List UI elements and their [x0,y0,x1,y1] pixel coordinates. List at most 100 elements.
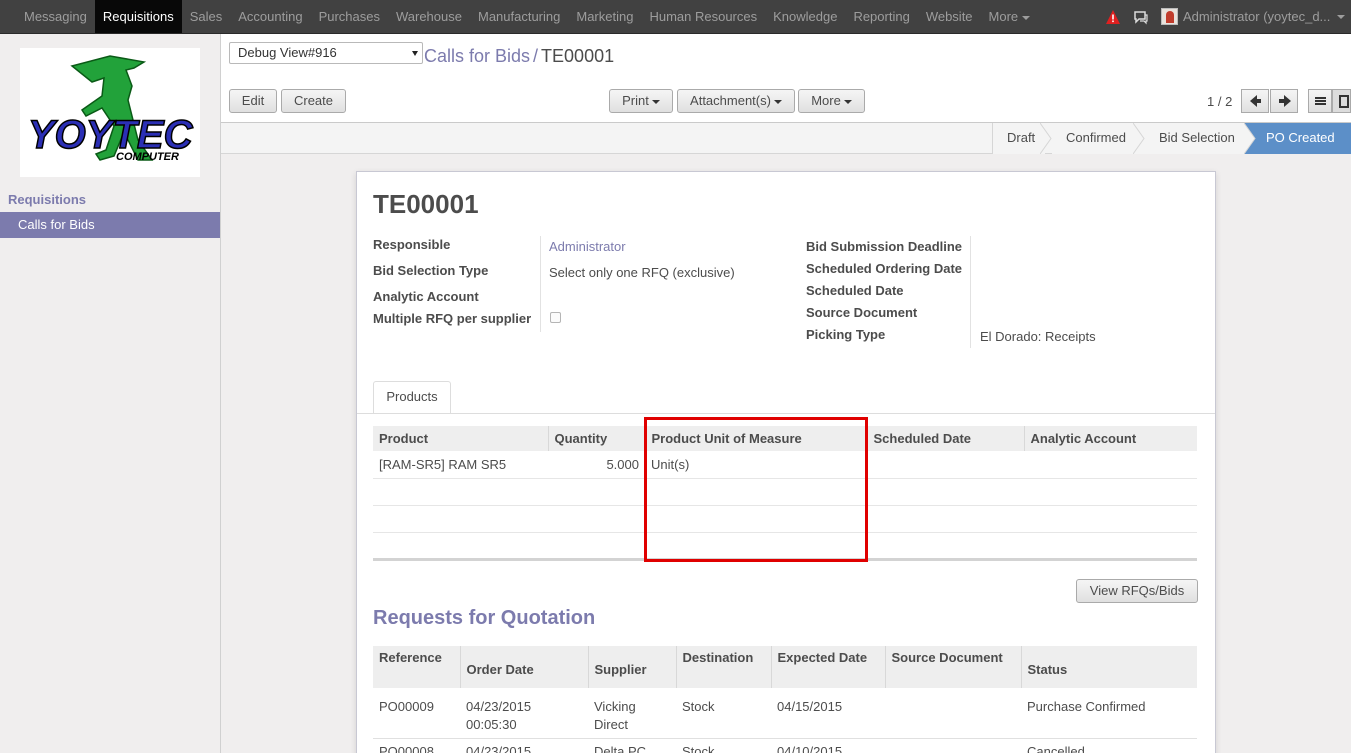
stage-confirmed[interactable]: Confirmed [1052,123,1145,154]
col-source-document[interactable]: Source Document [884,646,1021,688]
cell-reference: PO00009 [373,688,460,739]
col-product[interactable]: Product [373,426,548,451]
menu-website[interactable]: Website [918,0,981,33]
arrow-left-icon [1250,95,1261,107]
col-analytic-account[interactable]: Analytic Account [1023,426,1197,451]
source-document-label: Source Document [806,305,918,320]
col-destination[interactable]: Destination [675,646,771,688]
record-title: TE00001 [373,189,479,219]
create-button[interactable]: Create [281,89,346,113]
bid-selection-type-label: Bid Selection Type [373,263,489,278]
table-row[interactable]: PO00008 04/23/2015 Delta PC Stock 04/10/… [373,738,1197,753]
form-view-button[interactable] [1332,89,1351,113]
cell-analytic-account [1024,451,1197,479]
debug-view-select[interactable]: Debug View#916 [229,42,423,64]
table-row[interactable]: PO00009 04/23/2015 00:05:30 Vicking Dire… [373,688,1197,739]
responsible-value[interactable]: Administrator [549,239,626,254]
chevron-down-icon [651,99,660,104]
sidebar-item-calls-for-bids[interactable]: Calls for Bids [0,212,220,238]
col-reference[interactable]: Reference [373,646,460,688]
cell-expected-date: 04/10/2015 [771,738,885,753]
menu-messaging[interactable]: Messaging [16,0,95,33]
menu-sales[interactable]: Sales [182,0,231,33]
tab-divider [357,413,1215,414]
col-scheduled-date[interactable]: Scheduled Date [866,426,1024,451]
status-bar: Draft Confirmed Bid Selection PO Created [221,123,1351,154]
menu-reporting[interactable]: Reporting [845,0,917,33]
stage-arrow-icon [1244,123,1256,154]
edit-button[interactable]: Edit [229,89,277,113]
attachments-button[interactable]: Attachment(s) [677,89,795,113]
pager-value: 1 / 2 [1207,94,1233,109]
list-view-button[interactable] [1308,89,1332,113]
menu-accounting[interactable]: Accounting [230,0,310,33]
col-supplier[interactable]: Supplier [587,646,676,688]
form-icon [1339,95,1349,108]
cell-supplier: Delta PC [588,738,676,753]
cell-supplier: Vicking Direct [588,688,676,739]
picking-type-label: Picking Type [806,327,886,342]
cell-status: Purchase Confirmed [1021,688,1197,739]
chevron-down-icon [843,99,852,104]
multiple-rfq-checkbox[interactable] [550,312,561,323]
col-order-date[interactable]: Order Date [459,646,588,688]
cell-order-date: 04/23/2015 00:05:30 [460,688,588,739]
col-status[interactable]: Status [1020,646,1197,688]
analytic-account-label: Analytic Account [373,289,479,304]
form-sheet: TE00001 Responsible Administrator Bid Se… [356,171,1216,753]
cell-order-date: 04/23/2015 [460,738,588,753]
cell-quantity: 5.000 [548,451,645,479]
stage-bid-selection[interactable]: Bid Selection [1145,123,1244,154]
stage-draft[interactable]: Draft [992,123,1045,154]
responsible-label: Responsible [373,237,451,252]
cell-status: Cancelled [1021,738,1197,753]
menu-knowledge[interactable]: Knowledge [765,0,845,33]
more-button[interactable]: More [798,89,865,113]
print-button[interactable]: Print [609,89,673,113]
debug-view-value: Debug View#916 [238,45,337,60]
logo-image: YOYTEC COMPUTER [27,55,194,163]
logo-subtext: COMPUTER [116,151,179,163]
stage-po-created[interactable]: PO Created [1244,123,1351,154]
stage-arrow-icon [1133,123,1145,154]
ordering-date-label: Scheduled Ordering Date [806,261,963,276]
cell-destination: Stock [676,738,771,753]
pager-previous-button[interactable] [1241,89,1269,113]
chat-icon[interactable] [1133,9,1149,25]
user-name: Administrator (yoytec_d... [1183,9,1331,24]
cell-expected-date: 04/15/2015 [771,688,885,739]
menu-manufacturing[interactable]: Manufacturing [470,0,568,33]
print-label: Print [622,93,649,108]
menu-purchases[interactable]: Purchases [311,0,388,33]
menu-human-resources[interactable]: Human Resources [641,0,765,33]
list-icon [1315,97,1326,105]
rfq-section-title: Requests for Quotation [373,607,596,629]
chevron-down-icon [1022,15,1031,20]
cell-source-document [885,688,1021,739]
main-menu: Messaging Requisitions Sales Accounting … [16,0,1038,33]
menu-more[interactable]: More [981,0,1039,33]
menu-requisitions[interactable]: Requisitions [94,0,182,33]
highlight-box [644,417,868,562]
menu-marketing[interactable]: Marketing [568,0,641,33]
cell-product: [RAM-SR5] RAM SR5 [373,451,548,479]
breadcrumb-separator: / [533,46,539,66]
avatar [1161,8,1178,25]
chevron-down-icon [1337,14,1345,19]
col-quantity[interactable]: Quantity [547,426,645,451]
breadcrumb-current: TE00001 [541,46,615,66]
user-menu[interactable]: Administrator (yoytec_d... [1161,8,1345,25]
view-rfqs-bids-button[interactable]: View RFQs/Bids [1076,579,1198,603]
breadcrumb-calls-for-bids[interactable]: Calls for Bids [424,46,530,66]
multiple-rfq-label: Multiple RFQ per supplier [373,311,532,326]
menu-more-label: More [988,9,1019,24]
cell-scheduled-date [867,451,1024,479]
company-logo[interactable]: YOYTEC COMPUTER [20,48,200,177]
pager-next-button[interactable] [1270,89,1298,113]
scheduled-date-label: Scheduled Date [806,283,904,298]
menu-warehouse[interactable]: Warehouse [388,0,470,33]
warning-icon[interactable] [1105,9,1121,25]
col-expected-date[interactable]: Expected Date [770,646,885,688]
tab-products[interactable]: Products [373,381,451,414]
cell-reference: PO00008 [373,738,460,753]
